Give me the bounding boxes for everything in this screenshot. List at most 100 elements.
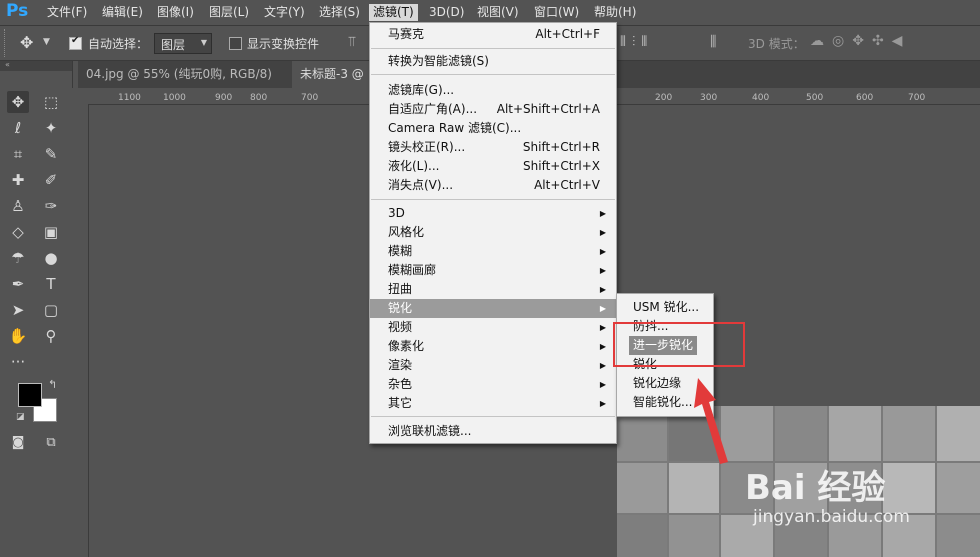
submenu-item-smart-sharpen[interactable]: 智能锐化...	[629, 393, 696, 412]
menu-item-convert-smart-filter[interactable]: 转换为智能滤镜(S)	[370, 52, 616, 71]
foreground-color-swatch[interactable]	[18, 383, 42, 407]
toolbox-header[interactable]: «	[0, 60, 72, 71]
menu-item-vanishing-point[interactable]: 消失点(V)... Alt+Ctrl+V	[370, 176, 616, 195]
3d-mode-icons[interactable]: ☁◎✥✣◀	[810, 33, 910, 49]
menu-item-browse-online-filters[interactable]: 浏览联机滤镜...	[370, 422, 616, 441]
tab-label: 未标题-3 @	[300, 67, 364, 81]
menu-item-adaptive-wide-angle[interactable]: 自适应广角(A)... Alt+Shift+Ctrl+A	[370, 100, 616, 119]
menu-3d[interactable]: 3D(D)	[425, 4, 468, 21]
ruler-tick: 200	[655, 93, 673, 103]
show-transform-label: 显示变换控件	[247, 37, 320, 51]
marquee-tool-icon[interactable]: ⬚	[40, 91, 62, 113]
vertical-ruler	[72, 104, 89, 557]
3d-mode-label: 3D 模式：	[748, 37, 805, 51]
filter-menu: 马赛克 Alt+Ctrl+F 转换为智能滤镜(S) 滤镜库(G)... 自适应广角…	[369, 22, 617, 444]
menu-edit[interactable]: 编辑(E)	[98, 4, 147, 21]
eraser-tool-icon[interactable]: ◇	[7, 221, 29, 243]
align-top-icon[interactable]: ⫪	[348, 34, 356, 50]
submenu-arrow-icon: ▶	[599, 399, 606, 408]
options-grip	[4, 29, 9, 57]
crop-tool-icon[interactable]: ⌗	[7, 143, 29, 165]
more-tools-icon[interactable]: ···	[7, 351, 29, 373]
dodge-tool-icon[interactable]: ●	[40, 247, 62, 269]
watermark-url: jingyan.baidu.com	[753, 507, 910, 527]
menu-item-blur[interactable]: 模糊 ▶	[370, 242, 616, 261]
blur-tool-icon[interactable]: ☂	[7, 247, 29, 269]
submenu-arrow-icon: ▶	[599, 342, 606, 351]
show-transform-checkbox[interactable]	[229, 37, 242, 50]
menu-item-distort[interactable]: 扭曲 ▶	[370, 280, 616, 299]
quick-mask-icon[interactable]: ◙	[7, 432, 29, 454]
submenu-item-usm-sharpen[interactable]: USM 锐化...	[629, 298, 703, 317]
magic-wand-icon[interactable]: ✦	[40, 117, 62, 139]
menu-item-noise[interactable]: 杂色 ▶	[370, 375, 616, 394]
ruler-tick: 1000	[163, 93, 186, 103]
zoom-tool-icon[interactable]: ⚲	[40, 325, 62, 347]
ruler-tick: 400	[752, 93, 770, 103]
screen-mode-icon[interactable]: ⧉	[40, 432, 62, 454]
menu-view[interactable]: 视图(V)	[473, 4, 523, 21]
menu-type[interactable]: 文字(Y)	[260, 4, 309, 21]
submenu-arrow-icon: ▶	[599, 304, 606, 313]
menu-layer[interactable]: 图层(L)	[205, 4, 253, 21]
menu-item-other[interactable]: 其它 ▶	[370, 394, 616, 413]
menu-item-stylize[interactable]: 风格化 ▶	[370, 223, 616, 242]
eyedropper-icon[interactable]: ✎	[40, 143, 62, 165]
chevron-down-icon[interactable]: ▼	[43, 37, 50, 47]
swap-colors-icon[interactable]: ↰	[48, 378, 57, 391]
menu-filter[interactable]: 滤镜(T)	[369, 4, 418, 21]
tab-untitled-3[interactable]: 未标题-3 @	[292, 61, 380, 88]
menu-file[interactable]: 文件(F)	[43, 4, 91, 21]
menu-help[interactable]: 帮助(H)	[590, 4, 640, 21]
submenu-item-sharpen-edges[interactable]: 锐化边缘	[629, 374, 685, 393]
menu-item-camera-raw[interactable]: Camera Raw 滤镜(C)...	[370, 119, 616, 138]
watermark-logo: Bai 经验	[745, 468, 886, 508]
menu-divider	[371, 199, 615, 200]
path-select-icon[interactable]: ➤	[7, 299, 29, 321]
menu-item-blur-gallery[interactable]: 模糊画廊 ▶	[370, 261, 616, 280]
type-tool-icon[interactable]: T	[40, 273, 62, 295]
menu-item-render[interactable]: 渲染 ▶	[370, 356, 616, 375]
lasso-tool-icon[interactable]: ℓ	[7, 117, 29, 139]
history-brush-icon[interactable]: ✑	[40, 195, 62, 217]
shape-tool-icon[interactable]: ▢	[40, 299, 62, 321]
hand-tool-icon[interactable]: ✋	[7, 325, 29, 347]
ruler-tick: 700	[908, 93, 926, 103]
auto-align-icon[interactable]: ⫼	[710, 34, 716, 50]
auto-select-dropdown[interactable]: 图层 ▼	[154, 33, 212, 54]
menu-item-mosaic[interactable]: 马赛克 Alt+Ctrl+F	[370, 25, 616, 44]
brush-tool-icon[interactable]: ✐	[40, 169, 62, 191]
submenu-arrow-icon: ▶	[599, 380, 606, 389]
tab-04-jpg[interactable]: 04.jpg @ 55% (纯玩0购, RGB/8) *×	[78, 61, 292, 108]
menu-select[interactable]: 选择(S)	[315, 4, 364, 21]
menu-item-sharpen[interactable]: 锐化 ▶	[370, 299, 616, 318]
menu-divider	[371, 74, 615, 75]
move-tool-icon[interactable]: ✥	[20, 33, 33, 52]
default-colors-icon[interactable]: ◪	[16, 412, 25, 422]
menu-item-video[interactable]: 视频 ▶	[370, 318, 616, 337]
menu-item-pixelate[interactable]: 像素化 ▶	[370, 337, 616, 356]
healing-brush-icon[interactable]: ✚	[7, 169, 29, 191]
submenu-arrow-icon: ▶	[599, 361, 606, 370]
collapse-icon[interactable]: «	[5, 60, 10, 69]
move-tool-icon[interactable]: ✥	[7, 91, 29, 113]
submenu-arrow-icon: ▶	[599, 228, 606, 237]
annotation-highlight-box	[613, 322, 745, 367]
menu-item-3d[interactable]: 3D ▶	[370, 204, 616, 223]
menu-window[interactable]: 窗口(W)	[530, 4, 583, 21]
submenu-arrow-icon: ▶	[599, 323, 606, 332]
auto-select-label: 自动选择：	[88, 37, 149, 51]
gradient-tool-icon[interactable]: ▣	[40, 221, 62, 243]
ruler-tick: 700	[301, 93, 319, 103]
menu-item-filter-gallery[interactable]: 滤镜库(G)...	[370, 81, 616, 100]
ruler-tick: 900	[215, 93, 233, 103]
menu-divider	[371, 416, 615, 417]
pen-tool-icon[interactable]: ✒	[7, 273, 29, 295]
baidu-watermark: Bai 经验 jingyan.baidu.com	[745, 460, 910, 527]
menu-item-liquify[interactable]: 液化(L)... Shift+Ctrl+X	[370, 157, 616, 176]
auto-select-checkbox[interactable]	[69, 35, 82, 50]
distribute-icons[interactable]: ⫴⫶⫴	[620, 34, 653, 50]
menu-item-lens-correction[interactable]: 镜头校正(R)... Shift+Ctrl+R	[370, 138, 616, 157]
menu-image[interactable]: 图像(I)	[153, 4, 198, 21]
clone-stamp-icon[interactable]: ♙	[7, 195, 29, 217]
